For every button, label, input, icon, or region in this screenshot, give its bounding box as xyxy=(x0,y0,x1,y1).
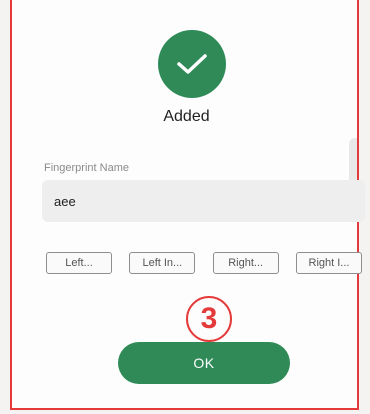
fingerprint-name-input[interactable] xyxy=(42,180,365,222)
status-text: Added xyxy=(163,108,210,125)
ok-button[interactable]: OK xyxy=(118,342,290,384)
suggestion-left-index-button[interactable]: Left In... xyxy=(129,252,196,274)
suggestion-left-button[interactable]: Left... xyxy=(46,252,112,274)
suggestion-right-index-button[interactable]: Right I... xyxy=(295,252,362,274)
suggestion-right-button[interactable]: Right... xyxy=(212,252,279,274)
fingerprint-name-label: Fingerprint Name xyxy=(44,162,129,174)
add-fingerprint-dialog: Added Fingerprint Name Left... Left In..… xyxy=(10,0,365,410)
name-suggestions: Left... Left In... Right... Right I... xyxy=(46,252,362,274)
checkmark-icon xyxy=(158,30,226,98)
step-number-badge: 3 xyxy=(186,296,232,342)
